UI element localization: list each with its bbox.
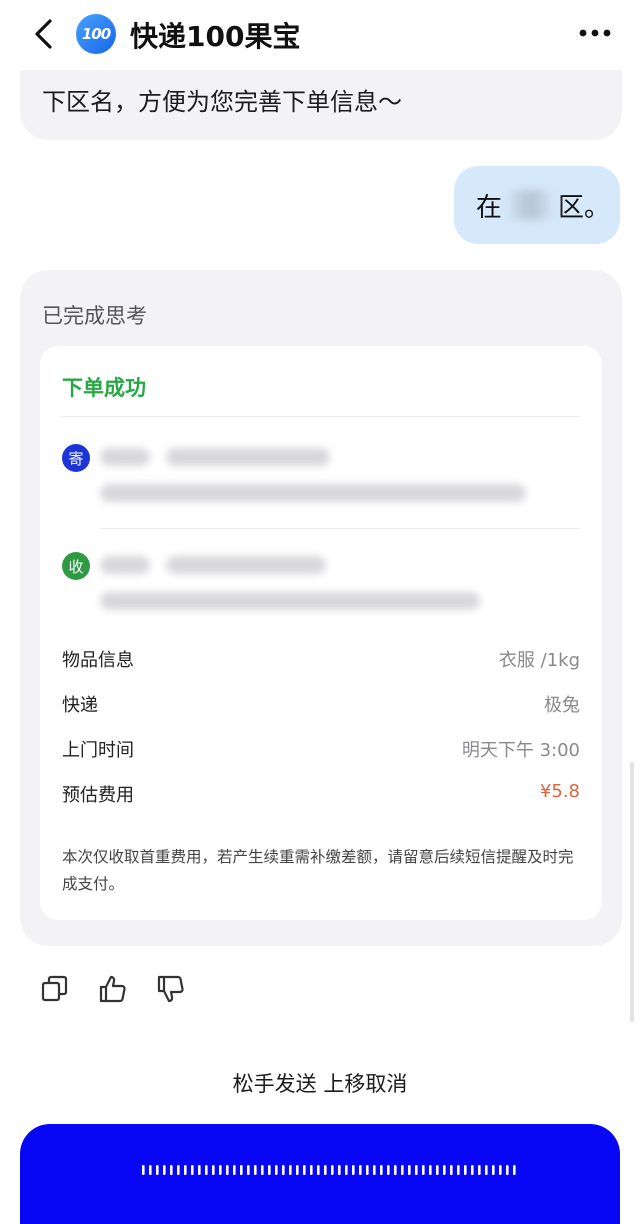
- order-status: 下单成功: [62, 376, 146, 400]
- voice-record-button[interactable]: [20, 1124, 620, 1224]
- chevron-left-icon[interactable]: [30, 18, 58, 50]
- redacted-receiver-phone: [166, 556, 326, 574]
- redacted-sender-name: [100, 448, 150, 466]
- sender-badge: 寄: [62, 444, 90, 472]
- goods-info-value: 衣服 /1kg: [498, 650, 580, 671]
- divider: [100, 528, 580, 529]
- thinking-status[interactable]: 已完成思考: [42, 300, 147, 330]
- receiver-badge: 收: [62, 552, 90, 580]
- thumbs-up-icon[interactable]: [98, 974, 128, 1004]
- logo-text: 100: [81, 25, 111, 43]
- user-message-suffix: 区。: [558, 192, 611, 223]
- copy-icon[interactable]: [40, 974, 70, 1004]
- courier-value: 极兔: [544, 695, 580, 716]
- thumbs-down-icon[interactable]: [156, 974, 186, 1004]
- ai-message-bubble: 下区名，方便为您完善下单信息～: [20, 62, 622, 140]
- voice-hint: 松手发送 上移取消: [232, 1072, 408, 1096]
- sender-badge-text: 寄: [68, 449, 84, 468]
- scrollbar[interactable]: [630, 762, 634, 1022]
- redacted-receiver-name: [100, 556, 150, 574]
- estimated-fee-value: ¥5.8: [539, 781, 580, 802]
- divider: [62, 416, 580, 417]
- order-result-card: 下单成功 寄 收 物品信息 衣服 /1kg 快递 极兔 上门时间 明天下午 3:…: [40, 346, 602, 920]
- sound-wave-icon: [142, 1165, 516, 1175]
- estimated-fee-label: 预估费用: [62, 785, 134, 806]
- receiver-badge-text: 收: [68, 557, 84, 576]
- user-message-bubble: 在 区。: [454, 166, 620, 244]
- goods-info-label: 物品信息: [62, 650, 134, 671]
- app-header: 100 快递100果宝: [0, 0, 640, 70]
- redacted-sender-phone: [166, 448, 330, 466]
- redacted-district: [504, 190, 557, 220]
- ai-message-text: 下区名，方便为您完善下单信息～: [42, 88, 402, 116]
- page-title: 快递100果宝: [130, 20, 301, 53]
- pickup-time-value: 明天下午 3:00: [461, 740, 580, 761]
- pickup-time-label: 上门时间: [62, 740, 134, 761]
- redacted-sender-address: [100, 484, 526, 502]
- more-dots-icon[interactable]: [578, 26, 612, 40]
- courier-label: 快递: [62, 695, 98, 716]
- ai-answer-card: 已完成思考 下单成功 寄 收 物品信息 衣服 /1kg 快递 极兔 上门时间 明…: [20, 270, 622, 946]
- app-logo: 100: [76, 14, 116, 54]
- fee-note: 本次仅收取首重费用，若产生续重需补缴差额，请留意后续短信提醒及时完成支付。: [62, 848, 574, 893]
- user-message-prefix: 在: [476, 192, 503, 223]
- redacted-receiver-address: [100, 592, 480, 610]
